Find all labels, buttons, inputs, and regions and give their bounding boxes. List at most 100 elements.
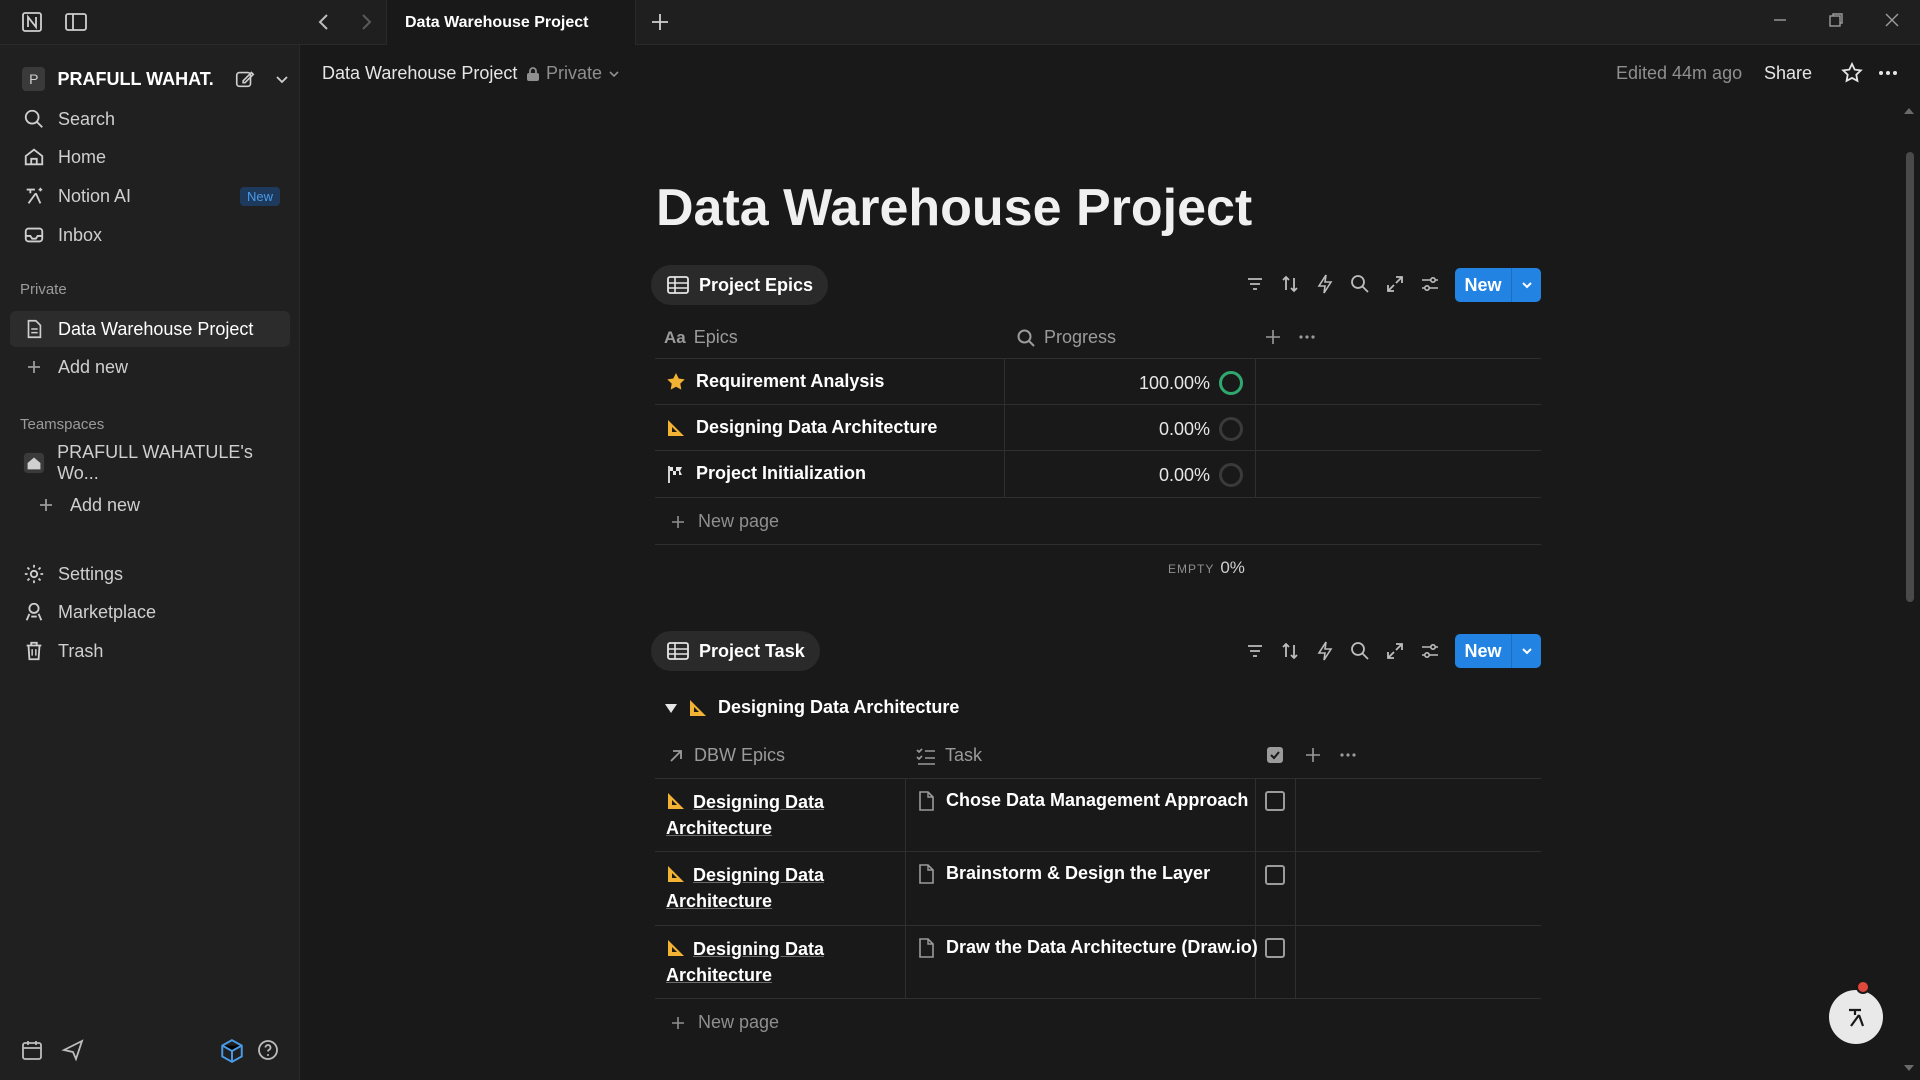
scrollbar-thumb[interactable] [1906, 152, 1914, 602]
notion-logo-icon[interactable] [20, 10, 44, 34]
teamspaces-section-heading: Teamspaces [20, 416, 105, 433]
column-more-icon[interactable] [1338, 745, 1358, 765]
back-arrow-icon[interactable] [312, 10, 336, 34]
close-icon[interactable] [1882, 10, 1902, 30]
automation-bolt-icon[interactable] [1314, 640, 1336, 662]
tasks-database-title[interactable]: Project Task [651, 631, 820, 671]
view-settings-icon[interactable] [1419, 273, 1441, 295]
sidebar-item-search[interactable]: Search [10, 101, 290, 137]
divider [1255, 778, 1256, 998]
database-title-label: Project Epics [699, 274, 814, 295]
task-cell[interactable]: Chose Data Management Approach [916, 790, 1248, 812]
templates-cube-icon[interactable] [219, 1038, 245, 1064]
new-page-compose-icon[interactable] [234, 68, 256, 90]
column-header-epics[interactable]: Aa Epics [664, 327, 738, 348]
add-property-plus-icon[interactable] [1263, 327, 1283, 347]
help-icon[interactable] [256, 1038, 280, 1062]
expand-icon[interactable] [1384, 640, 1406, 662]
send-icon[interactable] [61, 1038, 85, 1062]
tasks-new-button[interactable]: New [1455, 634, 1541, 668]
column-header-dbw-epics[interactable]: DBW Epics [666, 745, 785, 766]
view-settings-icon[interactable] [1419, 640, 1441, 662]
sort-icon[interactable] [1279, 640, 1301, 662]
sidebar-item-inbox[interactable]: Inbox [10, 217, 290, 253]
divider [905, 778, 906, 998]
sidebar-item-marketplace[interactable]: Marketplace [10, 594, 290, 630]
epic-name: Project Initialization [696, 463, 867, 483]
sidebar-item-settings[interactable]: Settings [10, 556, 290, 592]
scroll-up-arrow-icon[interactable] [1902, 105, 1916, 117]
collapse-triangle-icon[interactable] [664, 701, 678, 715]
epics-new-page-row[interactable]: New page [670, 511, 779, 532]
restore-icon[interactable] [1826, 10, 1846, 30]
filter-icon[interactable] [1244, 640, 1266, 662]
more-options-icon[interactable] [1876, 61, 1900, 85]
sidebar-item-label: Search [58, 108, 116, 129]
table-row[interactable]: Designing Data Architecture [666, 417, 937, 438]
sidebar-toggle-icon[interactable] [64, 10, 88, 34]
expand-icon[interactable] [1384, 273, 1406, 295]
workspace-switcher[interactable]: P PRAFULL WAHAT... [10, 61, 290, 97]
chevron-down-icon[interactable] [1512, 278, 1541, 292]
sidebar-add-new-teamspace[interactable]: Add new [10, 487, 290, 523]
teamspace-home-icon [22, 451, 45, 475]
sort-icon[interactable] [1279, 273, 1301, 295]
sidebar-item-notion-ai[interactable]: Notion AI New [10, 178, 290, 214]
task-checkbox[interactable] [1265, 865, 1285, 885]
new-tab-plus-icon[interactable] [648, 10, 672, 34]
progress-value: 0.00% [1158, 419, 1210, 439]
sidebar-item-teamspace[interactable]: PRAFULL WAHATULE's Wo... [10, 442, 290, 483]
tasks-new-page-row[interactable]: New page [670, 1012, 779, 1033]
breadcrumb[interactable]: Data Warehouse Project [322, 63, 517, 84]
add-property-plus-icon[interactable] [1303, 745, 1323, 765]
task-checkbox[interactable] [1265, 791, 1285, 811]
relation-cell[interactable]: Designing Data Architecture [666, 936, 846, 988]
task-cell[interactable]: Brainstorm & Design the Layer [916, 863, 1210, 885]
forward-arrow-icon[interactable] [354, 10, 378, 34]
filter-icon[interactable] [1244, 273, 1266, 295]
sidebar-item-label: Data Warehouse Project [58, 318, 254, 339]
page-title[interactable]: Data Warehouse Project [656, 178, 1252, 238]
sidebar-item-label: Add new [58, 356, 129, 377]
column-more-icon[interactable] [1297, 327, 1317, 347]
sidebar-item-data-warehouse-project[interactable]: Data Warehouse Project [10, 311, 290, 347]
sidebar-item-trash[interactable]: Trash [10, 633, 290, 669]
calendar-icon[interactable] [20, 1038, 44, 1062]
checklist-icon [915, 746, 937, 766]
search-icon[interactable] [1349, 273, 1371, 295]
column-header-progress[interactable]: Progress [1016, 327, 1116, 348]
divider [655, 404, 1541, 405]
table-row[interactable]: Project Initialization [666, 463, 866, 484]
private-section-heading: Private [20, 281, 67, 298]
epics-new-button[interactable]: New [1455, 268, 1541, 302]
group-label: Designing Data Architecture [718, 697, 960, 717]
task-cell[interactable]: Draw the Data Architecture (Draw.io) [916, 937, 1258, 959]
chevron-down-icon[interactable] [274, 71, 290, 87]
calculation-footer[interactable]: EMPTY 0% [1168, 558, 1245, 578]
relation-cell[interactable]: Designing Data Architecture [666, 789, 846, 841]
chevron-down-icon[interactable] [1512, 644, 1541, 658]
search-icon[interactable] [1349, 640, 1371, 662]
epics-database-title[interactable]: Project Epics [651, 265, 829, 305]
group-header[interactable]: Designing Data Architecture [664, 697, 959, 718]
automation-bolt-icon[interactable] [1314, 273, 1336, 295]
plus-icon [34, 493, 58, 517]
sidebar-add-new-private[interactable]: Add new [10, 349, 290, 385]
sidebar-item-label: Trash [58, 640, 104, 661]
checkbox-property-icon[interactable] [1265, 745, 1285, 765]
tab-data-warehouse-project[interactable]: Data Warehouse Project [386, 0, 636, 45]
progress-ring [1219, 417, 1243, 441]
favorite-star-icon[interactable] [1840, 61, 1864, 85]
task-checkbox[interactable] [1265, 938, 1285, 958]
scroll-down-arrow-icon[interactable] [1902, 1062, 1916, 1074]
share-button[interactable]: Share [1764, 63, 1812, 84]
minimize-icon[interactable] [1770, 10, 1790, 30]
sidebar-item-home[interactable]: Home [10, 139, 290, 175]
triangle-ruler-icon [666, 791, 688, 811]
privacy-dropdown[interactable]: Private [526, 63, 620, 84]
tab-title: Data Warehouse Project [405, 13, 589, 31]
table-row[interactable]: Requirement Analysis [666, 371, 884, 392]
notion-ai-assistant-button[interactable] [1829, 990, 1883, 1044]
column-header-task[interactable]: Task [915, 745, 982, 766]
relation-cell[interactable]: Designing Data Architecture [666, 862, 846, 914]
